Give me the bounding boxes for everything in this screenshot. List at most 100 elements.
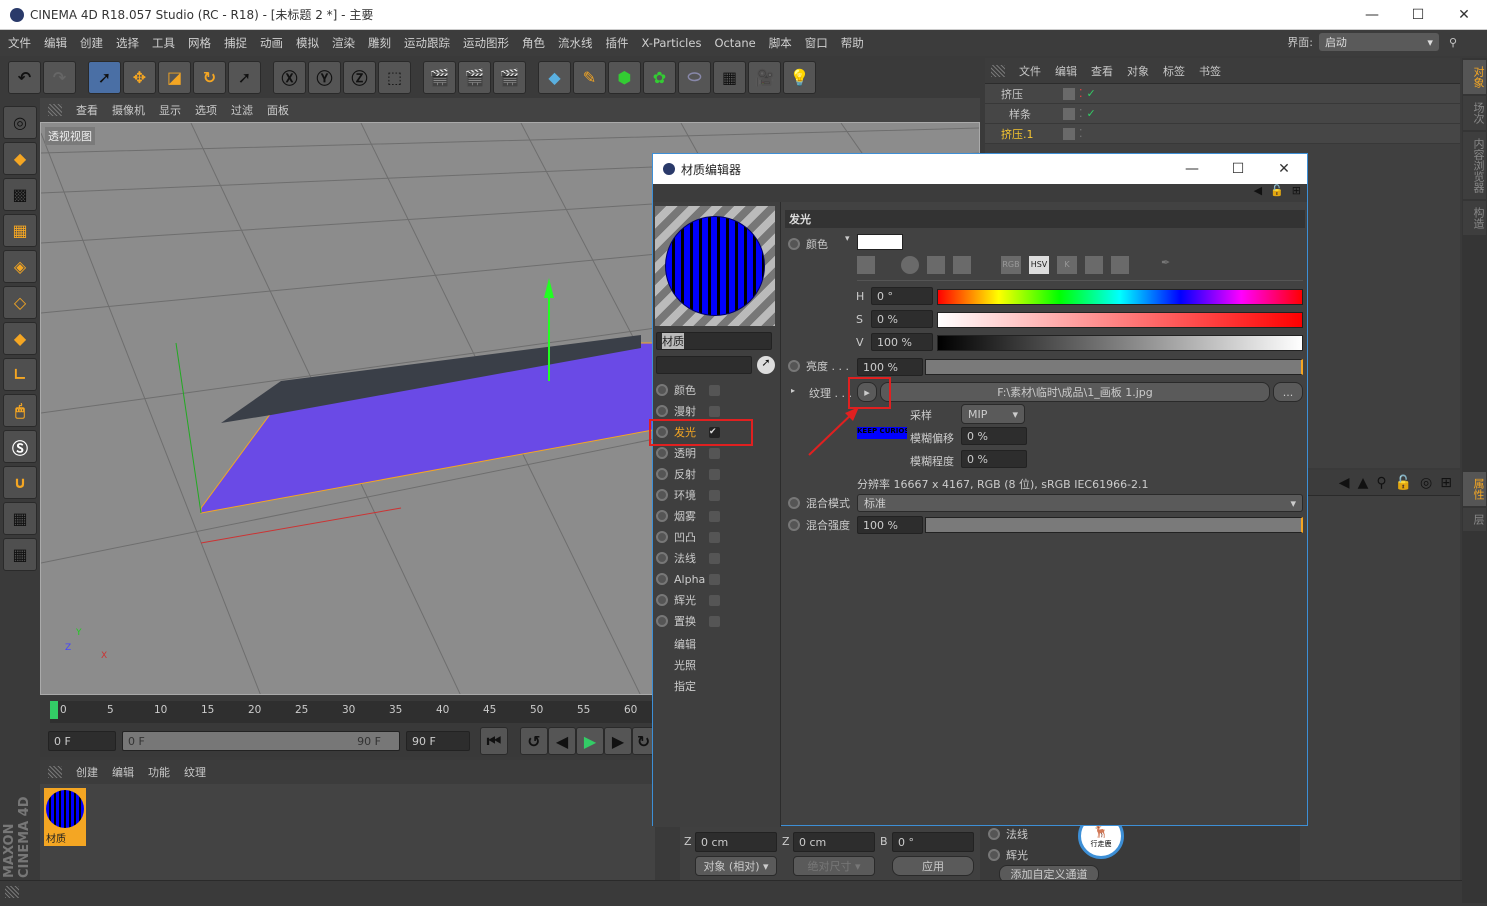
menu-item[interactable]: Octane [714,36,755,50]
axis-mode-icon[interactable]: ∟ [3,358,37,391]
channel-1[interactable]: 漫射 [656,401,696,421]
material-link-field[interactable] [656,356,752,374]
menu-item[interactable]: 模拟 [296,35,319,51]
viewport-menu-item[interactable]: 过滤 [231,102,253,118]
channel-extra-item[interactable]: 指定 [674,678,696,694]
floor-icon[interactable]: ▦ [713,60,746,94]
channel-checkbox[interactable] [709,532,720,543]
step-back-icon[interactable]: ◀ [548,727,576,755]
menu-item[interactable]: 编辑 [44,35,67,51]
new-panel-icon[interactable]: ⊞ [1440,475,1452,491]
search-icon[interactable]: ⚲ [1376,475,1386,491]
pen-icon[interactable]: ✎ [573,60,606,94]
material-thumbnail[interactable]: 材质 [44,788,86,846]
object-name[interactable]: 挤压.1 [985,126,1063,142]
swatches-icon[interactable] [1111,256,1129,274]
side-tab[interactable]: 场次 [1463,96,1486,130]
blend-strength-field[interactable]: 100 % [857,516,923,534]
channel-11[interactable]: 置换 [656,611,696,631]
kelvin-mode-button[interactable]: K [1057,256,1077,274]
saturation-field[interactable]: 0 % [871,310,933,328]
cube-icon[interactable]: ◆ [538,60,571,94]
visibility-dots-icon[interactable]: ⁚ [1079,127,1083,140]
model-mode-icon[interactable]: ◆ [3,142,37,175]
eyedropper-icon[interactable]: ✒ [1161,256,1170,274]
close-button[interactable]: ✕ [1441,0,1487,30]
value-slider[interactable] [937,335,1303,351]
menu-item[interactable]: 文件 [8,35,31,51]
channel-checkbox[interactable] [709,385,720,396]
viewport-menu-item[interactable]: 查看 [76,102,98,118]
size-mode-dropdown[interactable]: 绝对尺寸 ▾ [793,856,875,876]
channel-4[interactable]: 反射 [656,464,696,484]
coordinate-system-icon[interactable]: ⬚ [378,60,411,94]
menu-item[interactable]: 窗口 [805,35,828,51]
layer-icon[interactable] [1063,107,1075,120]
subdivision-icon[interactable]: ⬢ [608,60,641,94]
menu-item[interactable]: 雕刻 [368,35,391,51]
material-menu-item[interactable]: 功能 [148,764,170,780]
channel-checkbox[interactable] [709,490,720,501]
menu-item[interactable]: 网格 [188,35,211,51]
end-frame-field[interactable]: 90 F [406,731,470,751]
object-flags[interactable]: ⁚ ✓ [1063,87,1103,100]
planar-workplane-icon[interactable]: ▦ [3,538,37,571]
menu-item[interactable]: 选择 [116,35,139,51]
scale-z-field[interactable]: 0 cm [793,832,875,852]
up-arrow-icon[interactable]: ▲ [1358,475,1369,491]
channel-checkbox[interactable] [709,616,720,627]
chevron-down-icon[interactable]: ▾ [845,234,850,244]
saturation-slider[interactable] [937,312,1303,328]
viewport-menu-item[interactable]: 面板 [267,102,289,118]
color-wheel-icon[interactable] [901,256,919,274]
scale-tool-icon[interactable]: ◪ [158,60,191,94]
z-axis-icon[interactable]: Ⓩ [343,60,376,94]
channel-checkbox[interactable] [709,448,720,459]
gradient-icon[interactable] [927,256,945,274]
cloner-icon[interactable]: ✿ [643,60,676,94]
object-menu-item[interactable]: 标签 [1163,63,1185,79]
minimize-button[interactable]: — [1169,154,1215,184]
render-settings-icon[interactable]: 🎬 [493,60,526,94]
blur-offset-field[interactable]: 0 % [961,427,1027,445]
material-menu-item[interactable]: 纹理 [184,764,206,780]
value-field[interactable]: 100 % [871,333,933,351]
channel-6[interactable]: 烟雾 [656,506,696,526]
magnet-icon[interactable]: ∪ [3,466,37,499]
sampling-dropdown[interactable]: MIP ▾ [961,404,1025,424]
color-swatch[interactable] [857,234,903,250]
lock-workplane-icon[interactable]: ▦ [3,502,37,535]
undo-icon[interactable]: ↶ [8,60,41,94]
workplane-icon[interactable]: ▦ [3,214,37,247]
visibility-dots-icon[interactable]: ⁚ [1079,87,1083,100]
menu-item[interactable]: 流水线 [558,35,593,51]
brightness-slider[interactable] [925,359,1303,375]
lock-icon[interactable]: 🔓 [1395,475,1412,491]
side-tab[interactable]: 构造 [1463,201,1486,235]
object-menu-item[interactable]: 书签 [1199,63,1221,79]
texture-mode-icon[interactable]: ▩ [3,178,37,211]
snap-icon[interactable]: Ⓢ [3,430,37,463]
x-axis-icon[interactable]: Ⓧ [273,60,306,94]
channel-extra-item[interactable]: 光照 [674,657,696,673]
object-row[interactable]: 样条 ⁚ ✓ [985,104,1460,124]
edges-mode-icon[interactable]: ◇ [3,286,37,319]
channel-normal[interactable]: 法线 [1006,826,1028,842]
layer-icon[interactable] [1063,127,1075,140]
back-arrow-icon[interactable]: ◀ [1254,184,1262,202]
attr-tab[interactable]: 属性 [1463,472,1486,506]
material-menu-item[interactable]: 创建 [76,764,98,780]
menu-item[interactable]: 渲染 [332,35,355,51]
expand-arrow-icon[interactable]: ▸ [791,386,795,395]
brightness-field[interactable]: 100 % [857,358,923,376]
blend-mode-dropdown[interactable]: 标准 ▾ [857,494,1303,512]
close-button[interactable]: ✕ [1261,154,1307,184]
menu-item[interactable]: 插件 [606,35,629,51]
step-forward-icon[interactable]: ▶ [604,727,632,755]
apply-button[interactable]: 应用 [892,856,974,876]
channel-7[interactable]: 凹凸 [656,527,696,547]
menu-item[interactable]: 帮助 [841,35,864,51]
menu-item[interactable]: 动画 [260,35,283,51]
channel-checkbox[interactable] [709,595,720,606]
object-flags[interactable]: ⁚ ✓ [1063,107,1103,120]
